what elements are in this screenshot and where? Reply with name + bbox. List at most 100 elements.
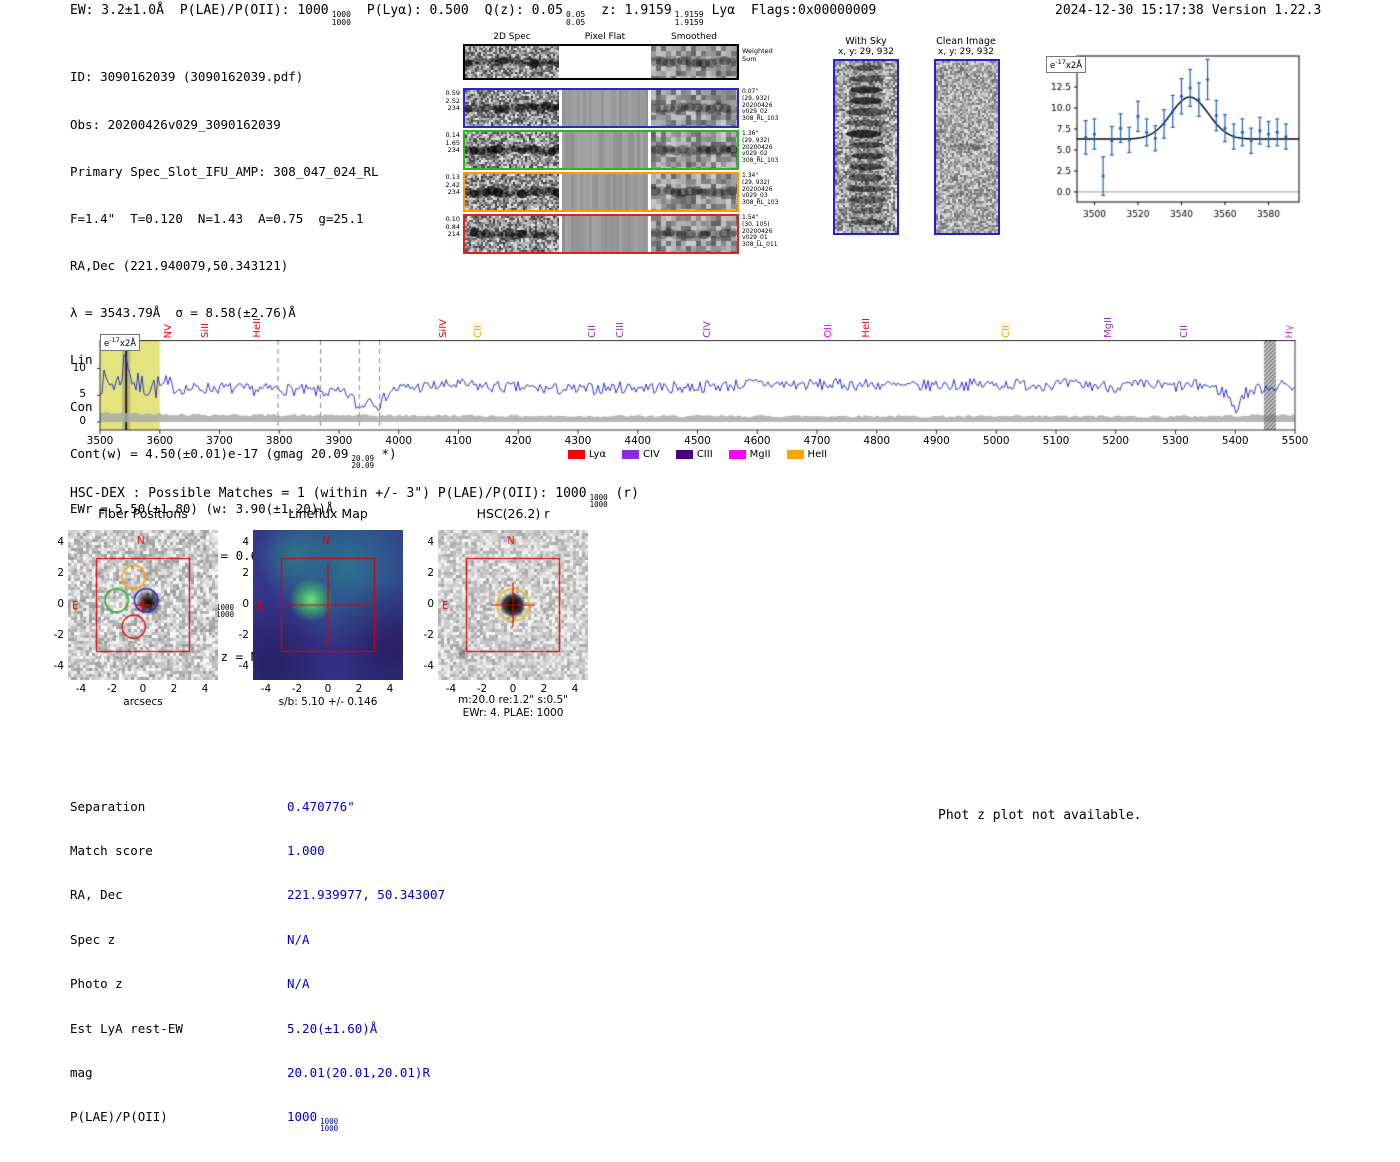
table-row: RA, Dec 221.939977, 50.343007 — [70, 887, 446, 903]
cutout-1-xtick-0: 0 — [324, 683, 332, 695]
flags-text: Flags:0x00000009 — [751, 3, 877, 18]
fiber-2d-spec-image — [465, 90, 559, 126]
row-value-plae: 1000 1000 1000 — [287, 1109, 339, 1132]
info-primary-spec: Primary Spec_Slot_IFU_AMP: 308_047_024_R… — [70, 163, 379, 179]
spectrum-xtick-3700: 3700 — [206, 435, 233, 447]
fiber-pixel-flat-image — [562, 216, 648, 252]
cutout-1-ytick--4: -4 — [238, 660, 249, 672]
spectrum-xtick-5300: 5300 — [1162, 435, 1189, 447]
emission-line-label-mgii-11: MgII — [1102, 317, 1114, 338]
fiber-row-stats: 0.14 1.65 234 — [441, 130, 463, 155]
cutout-1-xtick-2: 2 — [355, 683, 363, 695]
row-value-match-score: 1.000 — [287, 842, 325, 858]
fiber-row-images — [463, 130, 739, 170]
plae-value-frac-top: 1000 — [320, 1117, 339, 1127]
row-value-radec: 221.939977, 50.343007 — [287, 887, 446, 903]
spectrum-xtick-4600: 4600 — [743, 435, 771, 447]
fiber-annotation-line: 308_RL_103 — [742, 115, 779, 123]
version-text: Version 1.22.3 — [1211, 3, 1322, 18]
catalog-match-table: Separation 0.470776" Match score 1.000 RA,… — [70, 770, 445, 1162]
emission-line-label-siii-1: SiII — [200, 322, 212, 338]
emission-line-label-cii-5: CII — [586, 325, 598, 338]
spectrum-xtick-5500: 5500 — [1281, 435, 1309, 447]
cutout-1-xtick-4: 4 — [386, 683, 394, 695]
cutout-2-ytick-4: 4 — [427, 536, 434, 548]
cutout-0-ytick--4: -4 — [53, 660, 64, 672]
elixer-report-page: EW: 3.2±1.0Å P(LAE)/P(OII): 1000 1000 1000 P… — [0, 0, 1400, 1133]
emission-line-label-heii-2: HeII — [252, 318, 264, 338]
cutout-2-xtick-0: 0 — [509, 683, 517, 695]
info-plae-frac-bot: 1000 — [216, 609, 235, 619]
fiber-row-annotation: 1.34" (29, 932) 20200426 v029_03 308_RL_103 — [739, 172, 785, 207]
cutout-0-ytick-2: 2 — [57, 567, 64, 579]
spec2d-row-4: 0.10 0.84 214 1.54" (30, 105) 20200426 v029_01… — [441, 214, 785, 254]
spectrum-xtick-3600: 3600 — [146, 435, 174, 447]
z-main: z: 1.9159 — [601, 3, 672, 18]
spectrum-xtick-4900: 4900 — [923, 435, 950, 447]
cutout-2-xtick--2: -2 — [476, 683, 488, 695]
plae-main: P(LAE)/P(OII): 1000 — [179, 3, 329, 18]
spec2d-row-1: 0.59 2.52 234 0.07" (29, 932) 20200426 v029_02… — [441, 88, 785, 128]
info-seeing: F=1.4" T=0.120 N=1.43 A=0.75 g=25.1 — [70, 210, 364, 226]
datetime-version: 2024-12-30 15:17:38 Version 1.22.3 — [1055, 3, 1321, 18]
spectrum-xtick-4000: 4000 — [385, 435, 413, 447]
spectrum-legend: Lyα CIV CIII MgII HeII — [92, 449, 1303, 460]
emission-line-label-cii-10: CII — [1001, 325, 1012, 338]
fiber-stat-value: 234 — [447, 188, 460, 196]
legend-item-ciii: CIII — [675, 449, 713, 460]
qz-main: Q(z): 0.05 — [484, 3, 563, 18]
weighted-sum-pixel-flat-image — [562, 46, 648, 78]
legend-item-civ: CIV — [622, 449, 660, 460]
info-wavelength: λ = 3543.79Å σ = 8.58(±2.76)Å — [70, 304, 296, 320]
legend-item-lyα: Lyα — [567, 449, 606, 460]
column-header-smoothed: Smoothed — [671, 32, 717, 42]
clean-image-title: Clean Image — [936, 36, 996, 47]
cutout-2-xtick--4: -4 — [445, 683, 457, 695]
table-row: P(LAE)/P(OII) 1000 1000 1000 — [70, 1109, 445, 1132]
emission-line-label-civ-7: CIV — [702, 321, 714, 338]
spectrum-xtick-5200: 5200 — [1102, 435, 1130, 447]
spectrum-xtick-5100: 5100 — [1042, 435, 1070, 447]
with-sky-image — [835, 61, 897, 233]
column-header-pixel-flat: Pixel Flat — [584, 32, 626, 42]
lineflux-map-title: Lineflux Map — [288, 506, 368, 521]
legend-label: MgII — [749, 449, 771, 460]
cutout-2-xtick-2: 2 — [540, 683, 548, 695]
plae-fraction: 1000 1000 — [332, 11, 351, 26]
fiber-row-annotation: 1.36" (29, 932) 20200426 v029_02 308_RL_103 — [739, 130, 785, 165]
legend-swatch — [622, 450, 640, 459]
spectrum-ytick-5: 5 — [79, 388, 86, 401]
fiber-row-stats: 0.13 2.42 234 — [441, 172, 463, 197]
summary-header: EW: 3.2±1.0Å P(LAE)/P(OII): 1000 1000 1000 P… — [70, 3, 876, 26]
line-id-text: Lyα — [711, 3, 736, 18]
spectrum-xtick-5000: 5000 — [982, 435, 1010, 447]
row-label-photo-z: Photo z — [70, 976, 123, 992]
lineflux-caption: s/b: 5.10 +/- 0.146 — [278, 696, 378, 708]
row-value-separation: 0.470776" — [287, 798, 355, 814]
spectrum-xtick-4100: 4100 — [445, 435, 472, 447]
fiber-smoothed-image — [651, 174, 737, 210]
hsc-dex-match-line: HSC-DEX : Possible Matches = 1 (within +… — [70, 486, 639, 508]
weighted-sum-label: Weighted Sum — [742, 47, 773, 63]
units-exponent: -17 — [109, 336, 120, 344]
legend-item-heii: HeII — [786, 449, 827, 460]
fiber-x-axis-label: arcsecs — [123, 696, 163, 708]
emission-line-label-heii-9: HeII — [860, 318, 872, 338]
fiber-pixel-flat-image — [562, 90, 648, 126]
cutout-2-ytick-0: 0 — [427, 598, 434, 610]
emission-line-label-oii-8: OII — [822, 324, 834, 338]
fiber-positions-image — [68, 530, 218, 680]
spectrum-xtick-4200: 4200 — [504, 435, 532, 447]
table-row: mag 20.01(20.01,20.01)R — [70, 1065, 445, 1081]
emission-line-label-nv-0: NV — [162, 323, 174, 338]
row-label-match-score: Match score — [70, 842, 153, 858]
clean-image-coords: x, y: 29, 932 — [938, 47, 994, 57]
fiber-pixel-flat-image — [562, 132, 648, 168]
plae-value-main: 1000 — [287, 1109, 318, 1125]
emission-line-label-cii-4: CII — [473, 325, 485, 338]
fiber-smoothed-image — [651, 132, 737, 168]
row-label-radec: RA, Dec — [70, 887, 123, 903]
spectrum-ytick-10: 10 — [72, 361, 86, 374]
fiber-row-images — [463, 214, 739, 254]
info-id: ID: 3090162039 (3090162039.pdf) — [70, 69, 304, 85]
